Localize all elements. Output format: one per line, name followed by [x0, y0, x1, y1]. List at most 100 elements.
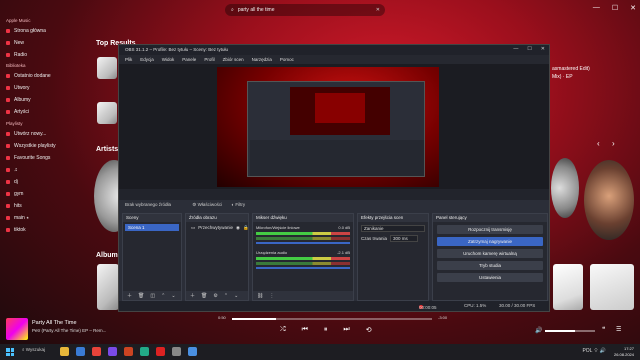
now-playing-artwork[interactable]	[6, 318, 28, 340]
sidebar-playlist[interactable]: dj	[6, 179, 18, 185]
link-icon[interactable]: ⛓	[257, 293, 263, 299]
transition-select[interactable]: Zanikanie	[361, 225, 425, 232]
add-icon[interactable]: ＋	[127, 292, 132, 299]
sidebar-item-home[interactable]: Strona główna	[6, 28, 46, 34]
close-button[interactable]: ✕	[630, 4, 636, 12]
taskbar-app-icon[interactable]	[156, 347, 165, 356]
clear-search-icon[interactable]: ✕	[376, 7, 380, 13]
sidebar-playlist[interactable]: tiktok	[6, 227, 26, 233]
now-playing-title[interactable]: Party All The Time	[32, 320, 77, 326]
search-input[interactable]: ⌕ party all the time ✕	[225, 4, 385, 16]
lyrics-icon[interactable]: ❝	[602, 326, 605, 333]
down-icon[interactable]: ⌄	[234, 293, 238, 299]
duration-input[interactable]: 300 ms	[390, 235, 419, 242]
menu-help[interactable]: Pomoc	[280, 57, 294, 62]
stop-recording-button[interactable]: Zatrzymaj nagrywanie	[437, 237, 543, 246]
album-artwork[interactable]	[553, 264, 583, 310]
up-icon[interactable]: ⌃	[161, 293, 165, 299]
system-tray[interactable]: POL ⌔ 🔊	[582, 348, 606, 354]
progress-bar[interactable]	[232, 318, 432, 320]
add-icon[interactable]: ＋	[190, 292, 195, 299]
menu-docks[interactable]: Panele	[182, 57, 196, 62]
next-icon[interactable]: ⏭	[343, 326, 349, 334]
volume-slider[interactable]	[256, 267, 350, 269]
result-artwork[interactable]	[97, 57, 117, 79]
scenes-panel: Sceny Scena 1 ＋ 🗑 ◫ ⌃ ⌄	[122, 213, 182, 301]
windows-start-icon[interactable]	[6, 348, 14, 356]
transitions-panel: Efekty przejścia scen Zanikanie Czas trw…	[357, 213, 429, 301]
sidebar-item-radio[interactable]: Radio	[6, 52, 27, 58]
menu-tools[interactable]: Narzędzia	[252, 57, 272, 62]
chevron-right-icon[interactable]: ›	[612, 139, 615, 148]
obs-maximize-button[interactable]: ☐	[527, 46, 531, 52]
artist-avatar[interactable]	[551, 158, 579, 218]
down-icon[interactable]: ⌄	[171, 293, 175, 299]
source-item[interactable]: ▭ Przechwytywanie ◉ 🔒	[188, 224, 249, 231]
sidebar-playlist[interactable]: gym	[6, 191, 23, 197]
previous-icon[interactable]: ⏮	[302, 326, 308, 334]
sidebar-item-artists[interactable]: Artyści	[6, 109, 29, 115]
gear-icon[interactable]: ⚙	[192, 202, 196, 207]
sidebar-playlist[interactable]: Wszystkie playlisty	[6, 143, 56, 149]
filter-icon[interactable]: ◫	[150, 293, 155, 299]
taskbar-app-icon[interactable]	[188, 347, 197, 356]
pause-icon[interactable]: ⏸	[324, 326, 328, 334]
shuffle-icon[interactable]: ⤮	[280, 326, 286, 334]
volume-slider[interactable]	[256, 242, 350, 244]
taskbar-app-icon[interactable]	[76, 347, 85, 356]
sidebar-item-songs[interactable]: Utwory	[6, 85, 30, 91]
taskbar-search[interactable]: ⌕ Wyszukaj	[22, 347, 45, 352]
remove-icon[interactable]: 🗑	[201, 293, 207, 299]
menu-profile[interactable]: Profil	[204, 57, 214, 62]
now-playing-subtitle[interactable]: Petr (Party All The Time) EP – Rem...	[32, 328, 106, 333]
scene-item[interactable]: Scena 1	[125, 224, 179, 231]
sidebar-playlist[interactable]: main ⭑	[6, 215, 29, 221]
more-icon[interactable]: ⋮	[269, 293, 274, 299]
filters-button[interactable]: Filtry	[235, 202, 245, 207]
settings-button[interactable]: Ustawienia	[437, 273, 543, 282]
up-icon[interactable]: ⌃	[224, 293, 228, 299]
gear-icon[interactable]: ⚙	[213, 293, 217, 299]
virtual-camera-button[interactable]: Uruchom kamerę wirtualną	[437, 249, 543, 258]
language-indicator[interactable]: POL	[582, 348, 592, 354]
sidebar-playlist[interactable]: hits	[6, 203, 22, 209]
taskbar-app-icon[interactable]	[172, 347, 181, 356]
taskbar-app-icon[interactable]	[60, 347, 69, 356]
menu-file[interactable]: Plik	[125, 57, 132, 62]
sidebar-playlist[interactable]: ♫	[6, 167, 18, 173]
lock-icon[interactable]: 🔒	[243, 224, 249, 231]
menu-view[interactable]: Widok	[162, 57, 175, 62]
properties-button[interactable]: Właściwości	[198, 202, 223, 207]
sidebar-item-new[interactable]: New	[6, 40, 24, 46]
queue-icon[interactable]: ☰	[616, 326, 621, 333]
obs-minimize-button[interactable]: —	[513, 46, 518, 52]
filter-icon[interactable]: ◐	[231, 202, 234, 207]
start-streaming-button[interactable]: Rozpocznij transmisję	[437, 225, 543, 234]
remove-icon[interactable]: 🗑	[138, 293, 144, 299]
repeat-icon[interactable]: ⟲	[366, 326, 372, 334]
menu-scene-collection[interactable]: Zbiór scen	[223, 57, 244, 62]
taskbar-app-icon[interactable]	[108, 347, 117, 356]
minimize-button[interactable]: —	[593, 4, 600, 12]
obs-close-button[interactable]: ✕	[541, 46, 545, 52]
artist-avatar[interactable]	[584, 160, 634, 240]
album-artwork[interactable]	[590, 264, 634, 310]
sidebar-playlist[interactable]: Favourite Songs	[6, 155, 50, 161]
volume-icon[interactable]: 🔊	[535, 327, 542, 334]
maximize-button[interactable]: ☐	[612, 4, 618, 12]
chevron-left-icon[interactable]: ‹	[597, 139, 600, 148]
taskbar-app-icon[interactable]	[92, 347, 101, 356]
album-artwork[interactable]	[97, 264, 119, 310]
sidebar-playlist[interactable]: Utwórz nowy...	[6, 131, 46, 137]
eye-icon[interactable]: ◉	[236, 224, 240, 231]
sidebar-item-albums[interactable]: Albumy	[6, 97, 31, 103]
obs-preview[interactable]	[119, 64, 549, 189]
volume-slider[interactable]	[545, 330, 595, 332]
menu-edit[interactable]: Edycja	[140, 57, 154, 62]
result-artwork[interactable]	[97, 102, 117, 124]
sidebar-item-recent[interactable]: Ostatnio dodane	[6, 73, 51, 79]
taskbar-app-icon[interactable]	[140, 347, 149, 356]
clock[interactable]: 17:27 26.08.2024	[614, 346, 634, 358]
studio-mode-button[interactable]: Tryb studia	[437, 261, 543, 270]
taskbar-app-icon[interactable]	[124, 347, 133, 356]
